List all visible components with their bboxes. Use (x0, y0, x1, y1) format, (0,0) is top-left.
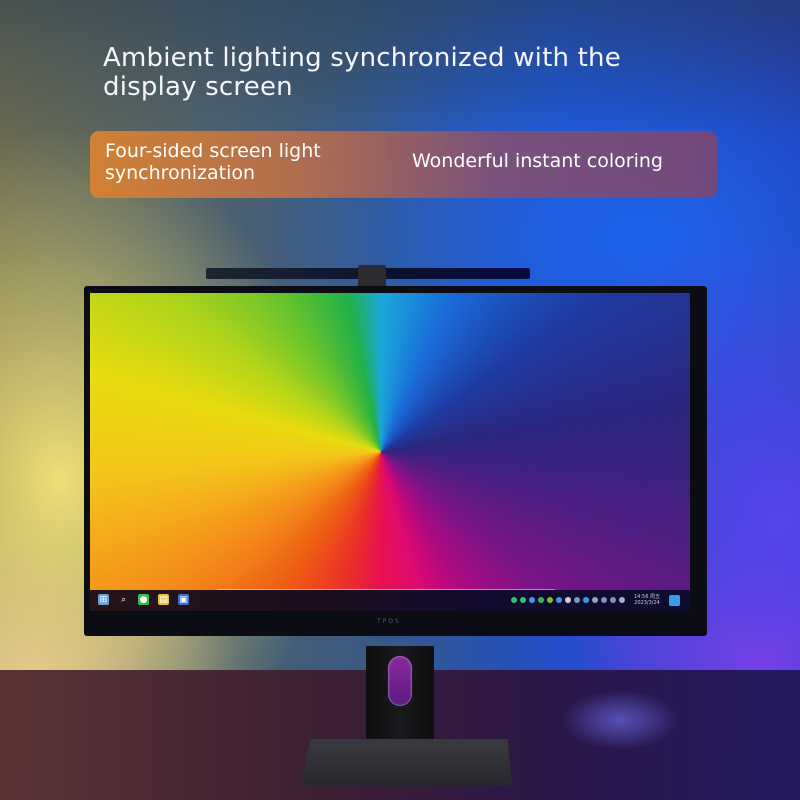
taskbar-pinned-apps: ⊞ ⌕ ● ▤ ▣ (98, 594, 189, 605)
brand-logo: TPOS (377, 618, 401, 625)
tray-icon[interactable] (592, 597, 598, 603)
system-tray: 14:56 周五 2023/3/24 (511, 594, 680, 606)
tray-icon[interactable] (619, 597, 625, 603)
file-explorer-icon[interactable]: ▤ (158, 594, 169, 605)
tray-icon[interactable] (520, 597, 526, 603)
feature-banner: Four-sided screen light synchronization … (90, 131, 717, 198)
tray-icon[interactable] (547, 597, 553, 603)
monitor: ⊘◉▲❦◎★♥≈◍▬★✦●♫◆! ⊞⌕●▤▣ 14:56 周五 2023/3/2… (84, 286, 707, 636)
feature-instant-coloring: Wonderful instant coloring (412, 150, 663, 172)
search-icon[interactable]: ⌕ (118, 594, 129, 605)
tray-icon[interactable] (529, 597, 535, 603)
color-wheel-wallpaper (90, 293, 690, 611)
tray-icon[interactable] (583, 597, 589, 603)
tray-icon[interactable] (610, 597, 616, 603)
taskbar: ⊞ ⌕ ● ▤ ▣ 14:56 周五 2023/3/24 (90, 590, 690, 611)
tray-icon[interactable] (574, 597, 580, 603)
taskbar-clock[interactable]: 14:56 周五 2023/3/24 (634, 594, 660, 606)
notification-icon[interactable] (669, 594, 680, 606)
desk-reflection (560, 690, 680, 750)
tray-icon[interactable] (538, 597, 544, 603)
feature-four-sided-sync: Four-sided screen light synchronization (105, 140, 321, 184)
monitor-stand-base (300, 739, 512, 785)
start-icon[interactable]: ⊞ (98, 594, 109, 605)
wechat-icon[interactable]: ● (138, 594, 149, 605)
tray-icon[interactable] (565, 597, 571, 603)
monitor-screen: ⊘◉▲❦◎★♥≈◍▬★✦●♫◆! ⊞⌕●▤▣ 14:56 周五 2023/3/2… (90, 293, 690, 611)
tray-icon[interactable] (556, 597, 562, 603)
cable-hole (388, 656, 412, 706)
clock-date: 2023/3/24 (634, 600, 660, 606)
photos-icon[interactable]: ▣ (178, 594, 189, 605)
tray-icon[interactable] (511, 597, 517, 603)
tray-icon[interactable] (601, 597, 607, 603)
headline: Ambient lighting synchronized with the d… (103, 43, 621, 102)
